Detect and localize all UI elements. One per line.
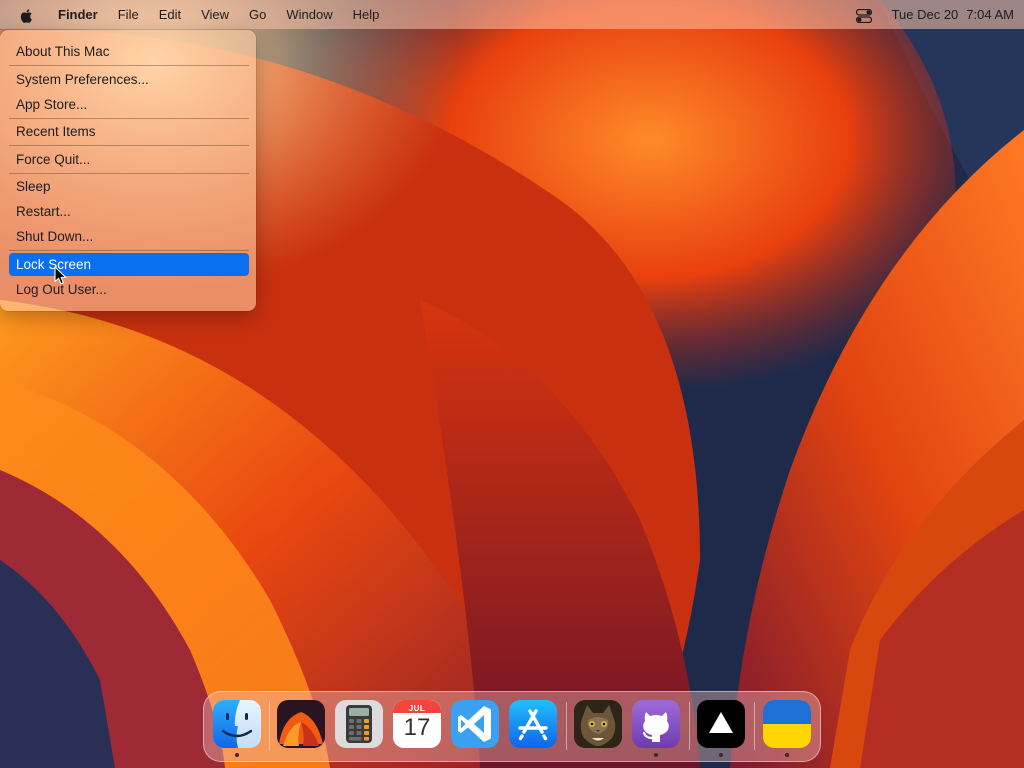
dock-app-finder[interactable] (213, 700, 261, 748)
menu-separator (9, 65, 249, 66)
menu-bar-date[interactable]: Tue Dec 20 (882, 0, 963, 29)
calculator-icon (335, 700, 383, 748)
menu-go[interactable]: Go (239, 0, 276, 29)
dock-separator (269, 702, 270, 750)
menu-separator (9, 145, 249, 146)
menu-item-app-store[interactable]: App Store... (9, 93, 249, 116)
dock: JUL 17 (203, 691, 821, 762)
menu-view[interactable]: View (191, 0, 239, 29)
control-center-button[interactable] (846, 0, 882, 29)
calendar-month: JUL (408, 704, 426, 713)
dock-app-github-desktop[interactable] (632, 700, 680, 748)
cat-photo-icon (574, 700, 622, 748)
menu-item-log-out[interactable]: Log Out User... (9, 278, 249, 301)
desktop[interactable]: Finder File Edit View Go Window Help Tue… (0, 0, 1024, 768)
menu-item-shut-down[interactable]: Shut Down... (9, 225, 249, 248)
running-indicator (785, 753, 789, 757)
menu-item-about-this-mac[interactable]: About This Mac (9, 40, 249, 63)
menu-item-system-preferences[interactable]: System Preferences... (9, 68, 249, 91)
calendar-day: 17 (403, 714, 431, 741)
dock-separator (754, 702, 755, 750)
running-indicator (719, 753, 723, 757)
vscode-icon (451, 700, 499, 748)
menu-window[interactable]: Window (276, 0, 342, 29)
menu-bar-clock[interactable]: 7:04 AM (962, 0, 1024, 29)
dock-app-cat-photo[interactable] (574, 700, 622, 748)
menu-bar: Finder File Edit View Go Window Help Tue… (0, 0, 1024, 29)
dock-app-vscode[interactable] (451, 700, 499, 748)
dock-separator (566, 702, 567, 750)
menu-item-sleep[interactable]: Sleep (9, 175, 249, 198)
mouse-cursor-icon (54, 266, 67, 285)
dock-app-calculator[interactable] (335, 700, 383, 748)
menu-separator (9, 250, 249, 251)
menu-file[interactable]: File (108, 0, 149, 29)
menu-item-lock-screen[interactable]: Lock Screen (9, 253, 249, 276)
vercel-triangle-icon (697, 700, 745, 748)
menu-item-restart[interactable]: Restart... (9, 200, 249, 223)
control-center-icon (855, 8, 872, 23)
dock-app-wallpaper[interactable] (277, 700, 325, 748)
dock-app-ukraine-flag[interactable] (763, 700, 811, 748)
dock-app-vercel[interactable] (697, 700, 745, 748)
running-indicator (235, 753, 239, 757)
github-octocat-icon (632, 700, 680, 748)
menu-separator (9, 173, 249, 174)
ukraine-flag-icon (763, 700, 811, 748)
apple-logo-icon (20, 8, 32, 23)
menu-help[interactable]: Help (343, 0, 390, 29)
ventura-wallpaper-icon (277, 700, 325, 748)
dock-app-app-store[interactable] (509, 700, 557, 748)
app-store-icon (509, 700, 557, 748)
dock-separator (689, 702, 690, 750)
menu-item-recent-items[interactable]: Recent Items (9, 120, 249, 143)
menu-separator (9, 118, 249, 119)
running-indicator (654, 753, 658, 757)
apple-menu-dropdown: About This Mac System Preferences... App… (0, 30, 256, 311)
menu-item-force-quit[interactable]: Force Quit... (9, 148, 249, 171)
finder-icon (213, 700, 261, 748)
menu-edit[interactable]: Edit (149, 0, 191, 29)
menu-finder[interactable]: Finder (48, 0, 108, 29)
apple-menu-button[interactable] (0, 0, 48, 29)
dock-app-calendar[interactable]: JUL 17 (393, 700, 441, 748)
